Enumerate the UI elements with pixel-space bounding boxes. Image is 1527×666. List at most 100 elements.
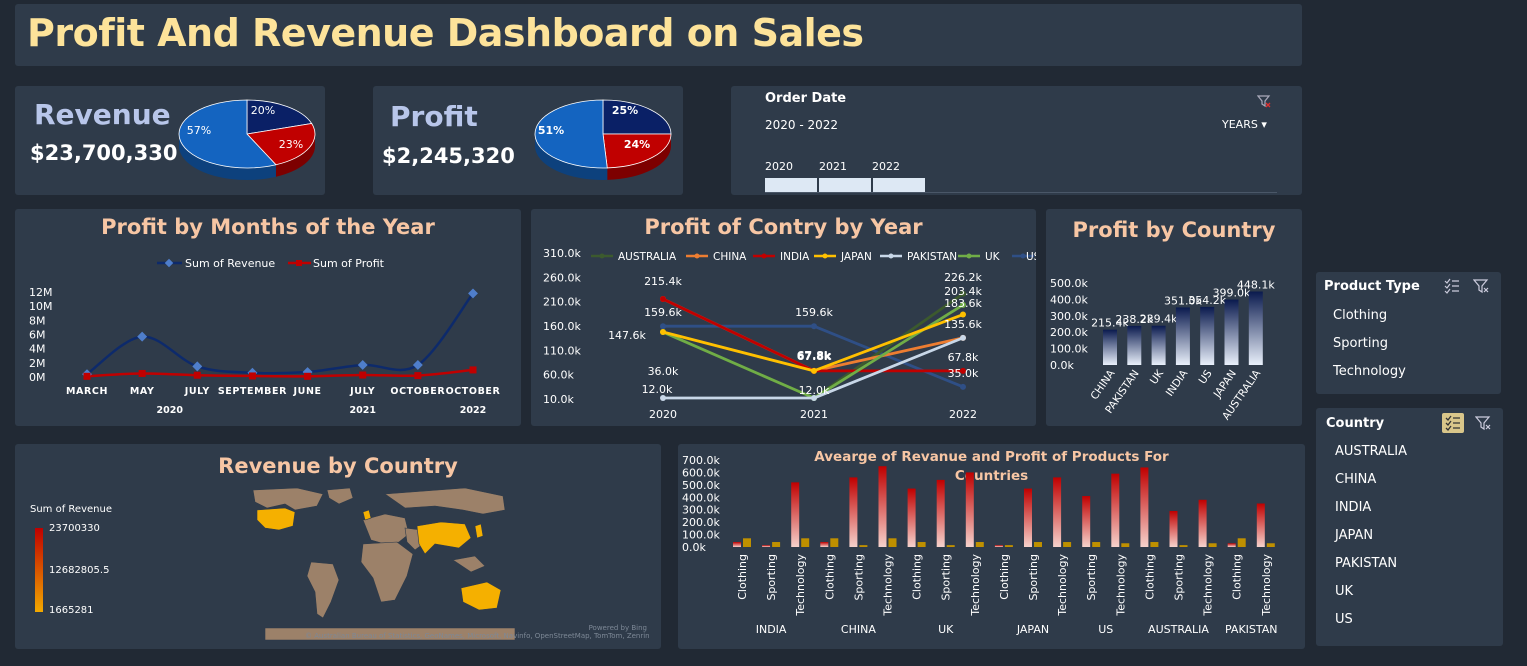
revenue-bar[interactable]	[849, 477, 858, 547]
profit-bar[interactable]	[1103, 329, 1117, 365]
months-line-chart[interactable]: Sum of Revenue Sum of Profit12M10M8M6M4M2…	[15, 209, 521, 426]
profit-bar[interactable]	[1248, 291, 1263, 365]
multi-select-icon[interactable]	[1442, 413, 1464, 433]
country-slicer-item[interactable]: UK	[1335, 584, 1353, 599]
series-point[interactable]	[960, 311, 966, 318]
profit-point[interactable]	[359, 371, 367, 379]
revenue-bar[interactable]	[878, 466, 887, 547]
country-slicer-item[interactable]: PAKISTAN	[1335, 556, 1397, 571]
revenue-bar[interactable]	[791, 482, 800, 547]
profit-bar[interactable]	[1200, 306, 1215, 365]
profit-bar[interactable]	[1266, 543, 1275, 547]
revenue-bar[interactable]	[1227, 543, 1236, 547]
profit-bar[interactable]	[1004, 545, 1013, 547]
uk-region[interactable]	[362, 509, 372, 521]
profit-bar[interactable]	[1127, 325, 1142, 365]
profit-point[interactable]	[414, 372, 422, 380]
profit-point[interactable]	[469, 366, 477, 374]
profit-card[interactable]: Profit $2,245,320 25% 24% 51%	[373, 86, 683, 195]
revenue-card[interactable]: Revenue $23,700,330 20% 23% 57%	[15, 86, 325, 195]
profit-bar[interactable]	[859, 545, 868, 547]
profit-bar[interactable]	[1034, 542, 1042, 547]
revenue-bar[interactable]	[1111, 473, 1120, 547]
series-point[interactable]	[660, 329, 666, 336]
country-slicer[interactable]: Country AUSTRALIA CHINA INDIA JAPAN PAKI…	[1316, 408, 1503, 646]
months-chart-panel[interactable]: Profit by Months of the Year Sum of Reve…	[15, 209, 521, 426]
revenue-bar[interactable]	[965, 472, 974, 547]
china-india-pakistan-region[interactable]	[416, 521, 472, 555]
country-slicer-item[interactable]: CHINA	[1335, 472, 1376, 487]
profit-bar[interactable]	[743, 538, 751, 547]
profit-point[interactable]	[83, 372, 91, 380]
series-point[interactable]	[660, 296, 666, 303]
profit-bar[interactable]	[1179, 545, 1188, 547]
order-date-timeline[interactable]: Order Date 2020 - 2022 YEARS ▾ 2020 2021…	[731, 86, 1302, 195]
product-type-slicer[interactable]: Product Type Clothing Sporting Technolog…	[1316, 272, 1501, 394]
country-slicer-item[interactable]: JAPAN	[1335, 528, 1373, 543]
products-bar-chart[interactable]: 700.0k600.0k500.0k400.0k300.0k200.0k100.…	[678, 444, 1305, 649]
revenue-point[interactable]	[192, 361, 203, 372]
country-year-panel[interactable]: Profit of Contry by Year 310.0k 260.0k 210…	[531, 209, 1036, 426]
profit-bar[interactable]	[1150, 542, 1159, 547]
product-slicer-item[interactable]: Clothing	[1333, 308, 1387, 323]
series-line-revenue[interactable]	[86, 292, 474, 376]
revenue-bar[interactable]	[733, 542, 741, 547]
revenue-bar[interactable]	[1198, 499, 1207, 547]
products-panel[interactable]: Avearge of Revanue and Profit of Product…	[678, 444, 1305, 649]
series-point[interactable]	[811, 323, 817, 330]
revenue-point[interactable]	[357, 360, 368, 370]
profit-bar[interactable]	[888, 538, 897, 547]
series-point[interactable]	[960, 383, 966, 390]
profit-country-panel[interactable]: Profit by Country 500.0k 400.0k 300.0k 200.…	[1046, 209, 1302, 426]
profit-point[interactable]	[248, 372, 256, 380]
revenue-bar[interactable]	[907, 488, 916, 547]
profit-bar[interactable]	[772, 542, 781, 547]
clear-filter-icon[interactable]	[1474, 415, 1491, 435]
profit-bar[interactable]	[975, 542, 984, 547]
revenue-bar[interactable]	[936, 479, 945, 547]
profit-bar[interactable]	[1237, 538, 1246, 547]
revenue-bar[interactable]	[820, 542, 829, 547]
profit-bar[interactable]	[801, 538, 810, 547]
country-slicer-item[interactable]: US	[1335, 612, 1353, 627]
profit-bar[interactable]	[1175, 307, 1190, 365]
revenue-map-panel[interactable]: Revenue by Country Sum of Revenue 237003…	[15, 444, 661, 649]
profit-bar[interactable]	[1092, 542, 1101, 547]
series-point[interactable]	[811, 367, 817, 374]
revenue-bar[interactable]	[1082, 496, 1091, 547]
australia-region[interactable]	[460, 581, 502, 611]
revenue-pie-chart[interactable]: 20% 23% 57%	[177, 96, 322, 186]
profit-bar[interactable]	[830, 538, 839, 547]
country-year-line-chart[interactable]: 310.0k 260.0k 210.0k 160.0k 110.0k 60.0k 10.0k…	[531, 209, 1036, 426]
country-slicer-item[interactable]: AUSTRALIA	[1335, 444, 1407, 459]
profit-bar[interactable]	[917, 542, 926, 547]
multi-select-icon[interactable]	[1444, 278, 1460, 298]
profit-bar[interactable]	[1121, 543, 1130, 547]
country-slicer-item[interactable]: INDIA	[1335, 500, 1371, 515]
revenue-bar[interactable]	[762, 545, 771, 547]
japan-region[interactable]	[474, 523, 484, 539]
revenue-bar[interactable]	[1024, 488, 1032, 547]
profit-point[interactable]	[138, 369, 146, 377]
revenue-bar[interactable]	[1256, 503, 1265, 548]
product-slicer-item[interactable]: Sporting	[1333, 336, 1388, 351]
profit-bar[interactable]	[1208, 543, 1217, 547]
clear-filter-icon[interactable]	[1256, 93, 1271, 108]
revenue-point[interactable]	[137, 331, 148, 342]
world-map[interactable]	[235, 484, 535, 644]
profit-country-bar-chart[interactable]: 500.0k400.0k300.0k200.0k100.0k0.0k215.4k…	[1046, 209, 1302, 426]
profit-point[interactable]	[304, 372, 312, 380]
profit-bar[interactable]	[1151, 325, 1166, 365]
us-region[interactable]	[256, 507, 296, 531]
profit-bar[interactable]	[1224, 299, 1239, 365]
profit-bar[interactable]	[1063, 542, 1072, 547]
revenue-bar[interactable]	[1053, 477, 1062, 547]
product-slicer-item[interactable]: Technology	[1333, 364, 1406, 379]
series-point[interactable]	[960, 334, 966, 341]
profit-bar[interactable]	[946, 545, 955, 547]
revenue-bar[interactable]	[1169, 510, 1178, 547]
clear-filter-icon[interactable]	[1472, 278, 1489, 298]
profit-point[interactable]	[193, 371, 201, 379]
profit-pie-chart[interactable]: 25% 24% 51%	[533, 96, 678, 186]
revenue-bar[interactable]	[1140, 467, 1149, 547]
